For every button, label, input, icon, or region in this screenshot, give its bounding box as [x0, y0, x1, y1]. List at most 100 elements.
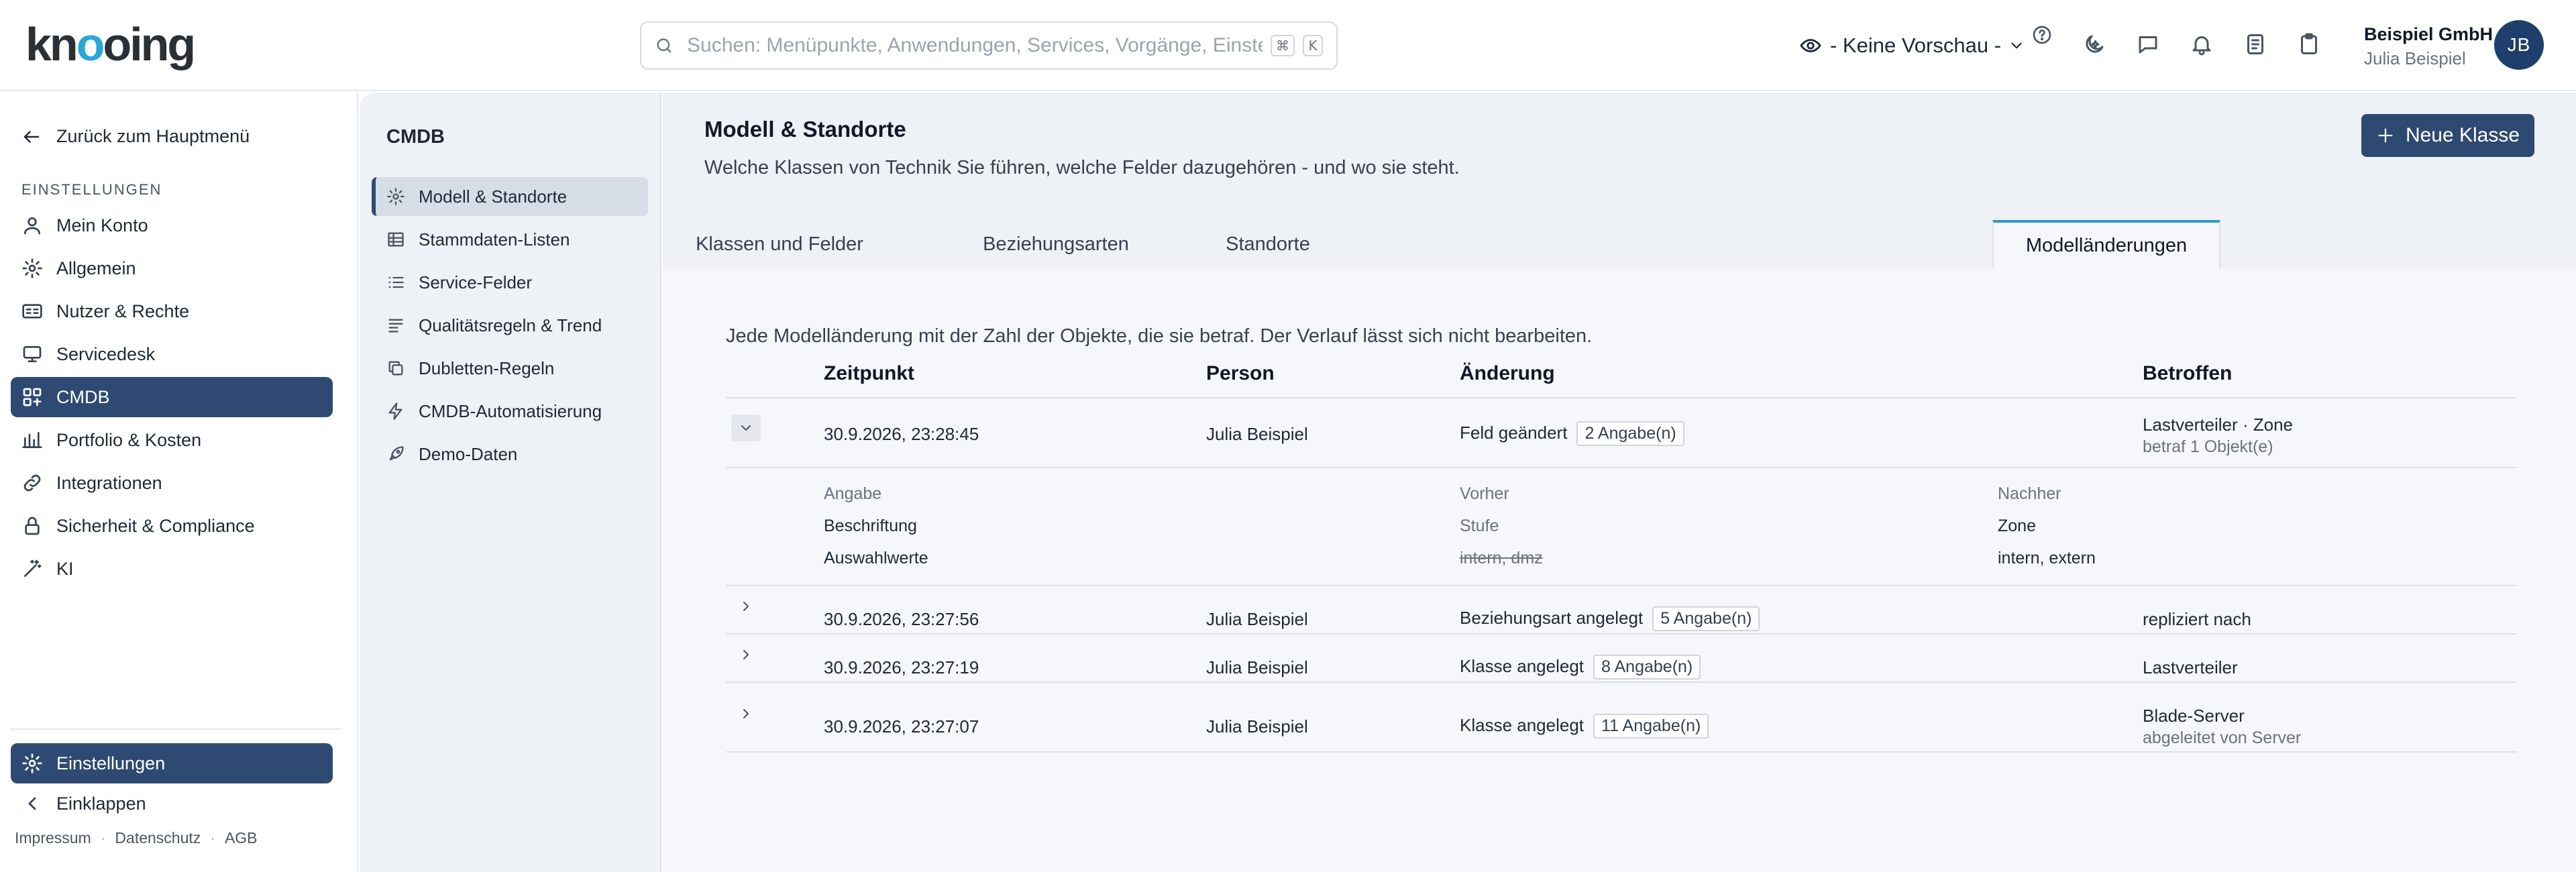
back-to-main-menu-link[interactable]: Zurück zum Hauptmenü [21, 126, 250, 147]
row-affected: Lastverteiler [2143, 657, 2238, 677]
chat-icon[interactable] [2136, 32, 2160, 56]
subnav-item-cmdb-automatisierung[interactable]: CMDB-Automatisierung [372, 392, 648, 431]
logo-text-start: kn [25, 18, 78, 70]
subnav-item-stammdaten-listen[interactable]: Stammdaten-Listen [372, 220, 648, 259]
count-badge: 2 Angabe(n) [1576, 421, 1684, 446]
row-expand-toggle[interactable] [731, 641, 761, 668]
column-header-person[interactable]: Person [1206, 362, 1275, 385]
sidebar-item-mein-konto[interactable]: Mein Konto [11, 205, 333, 246]
shortcut-cmd-key: ⌘ [1271, 35, 1295, 56]
sidebar-item-sicherheit-compliance[interactable]: Sicherheit & Compliance [11, 506, 333, 546]
sidebar-item-integrationen[interactable]: Integrationen [11, 463, 333, 503]
datenschutz-link[interactable]: Datenschutz [115, 829, 201, 847]
impressum-link[interactable]: Impressum [15, 829, 91, 847]
document-icon[interactable] [2243, 32, 2267, 56]
detail-before-value: intern, dmz [1460, 549, 1543, 567]
column-header-zeitpunkt[interactable]: Zeitpunkt [824, 362, 914, 385]
column-header-betroffen[interactable]: Betroffen [2143, 362, 2232, 385]
page-description: Welche Klassen von Technik Sie führen, w… [704, 157, 1460, 178]
collapse-sidebar-button[interactable]: Einklappen [11, 783, 333, 824]
main-sidebar: Zurück zum Hauptmenü EINSTELLUNGEN Mein … [0, 93, 358, 872]
row-expand-toggle[interactable] [731, 700, 761, 727]
detail-header-after: Nachher [1998, 484, 2061, 503]
row-time: 30.9.2026, 23:27:07 [824, 716, 979, 737]
tab-standorte[interactable]: Standorte [1167, 220, 1368, 268]
row-person: Julia Beispiel [1206, 716, 1308, 737]
new-class-label: Neue Klasse [2405, 124, 2520, 146]
cmdb-subnav: CMDB Modell & Standorte Stammdaten-Liste… [360, 93, 661, 872]
logo-text-end: oing [103, 18, 196, 70]
checklist-icon [388, 319, 403, 333]
row-time: 30.9.2026, 23:27:56 [824, 609, 979, 629]
changes-panel: Jede Modelländerung mit der Zahl der Obj… [663, 268, 2576, 872]
row-divider [726, 585, 2517, 586]
global-search-box[interactable]: ⌘ K [640, 21, 1338, 70]
arrow-left-icon [23, 130, 40, 143]
back-label: Zurück zum Hauptmenü [56, 126, 250, 146]
rocket-icon [389, 446, 404, 461]
tab-modellaenderungen[interactable]: Modelländerungen [1992, 220, 2220, 268]
gear-icon [22, 753, 42, 773]
sidebar-item-label: Sicherheit & Compliance [56, 515, 255, 536]
tab-beziehungsarten[interactable]: Beziehungsarten [955, 220, 1157, 268]
subnav-item-modell-standorte[interactable]: Modell & Standorte [372, 177, 648, 216]
subnav-item-service-felder[interactable]: Service-Felder [372, 263, 648, 302]
avatar[interactable]: JB [2494, 20, 2544, 70]
sidebar-item-portfolio-kosten[interactable]: Portfolio & Kosten [11, 420, 333, 460]
detail-header-field: Angabe [824, 484, 882, 503]
page-title: Modell & Standorte [704, 117, 906, 142]
detail-field: Beschriftung [824, 516, 917, 535]
gear-icon [22, 258, 42, 278]
row-change: Feld geändert 2 Angabe(n) [1460, 421, 1684, 446]
row-affected: repliziert nach [2143, 609, 2251, 629]
sidebar-item-einstellungen[interactable]: Einstellungen [11, 743, 333, 783]
change-type: Klasse angelegt [1460, 656, 1585, 676]
change-type: Feld geändert [1460, 423, 1568, 443]
preview-selector[interactable]: - Keine Vorschau - [1799, 30, 2025, 62]
change-type: Beziehungsart angelegt [1460, 608, 1644, 628]
subnav-item-dubletten-regeln[interactable]: Dubletten-Regeln [372, 349, 648, 388]
sidebar-item-cmdb[interactable]: CMDB [11, 377, 333, 417]
count-badge: 11 Angabe(n) [1593, 714, 1709, 739]
new-class-button[interactable]: Neue Klasse [2361, 114, 2534, 157]
cmdb-icon [23, 388, 42, 406]
theme-toggle-icon[interactable] [2082, 32, 2106, 56]
bell-icon[interactable] [2190, 32, 2214, 56]
sidebar-item-allgemein[interactable]: Allgemein [11, 248, 333, 288]
list-icon [388, 276, 404, 288]
sidebar-item-ki[interactable]: KI [11, 549, 333, 589]
subnav-item-label: Demo-Daten [419, 443, 518, 464]
table-header-divider [726, 397, 2517, 398]
footer-links: Impressum · Datenschutz · AGB [15, 829, 258, 847]
sidebar-item-label: KI [56, 558, 74, 579]
row-affected-detail: betraf 1 Objekt(e) [2143, 437, 2273, 456]
page-header: Modell & Standorte Welche Klassen von Te… [663, 93, 2576, 268]
sidebar-item-servicedesk[interactable]: Servicedesk [11, 334, 333, 374]
row-time: 30.9.2026, 23:28:45 [824, 424, 979, 444]
search-input[interactable] [687, 34, 1263, 57]
agb-link[interactable]: AGB [225, 829, 258, 847]
row-affected-detail: abgeleitet von Server [2143, 728, 2302, 747]
row-divider [726, 633, 2517, 635]
bolt-icon [388, 402, 402, 420]
subnav-item-label: Qualitätsregeln & Trend [419, 315, 602, 335]
change-type: Klasse angelegt [1460, 715, 1585, 735]
preview-label: - Keine Vorschau - [1830, 34, 2002, 57]
subnav-item-demo-daten[interactable]: Demo-Daten [372, 435, 648, 474]
detail-after-value: Zone [1998, 516, 2036, 535]
chevron-down-icon [741, 425, 751, 431]
column-header-aenderung[interactable]: Änderung [1460, 362, 1555, 385]
row-person: Julia Beispiel [1206, 424, 1308, 444]
count-badge: 5 Angabe(n) [1652, 606, 1760, 631]
shortcut-k-key: K [1303, 35, 1323, 56]
sidebar-item-label: Integrationen [56, 472, 162, 493]
help-icon[interactable] [2031, 24, 2053, 46]
tab-klassen-und-felder[interactable]: Klassen und Felder [679, 220, 880, 268]
row-expand-toggle[interactable] [731, 593, 761, 620]
app-logo[interactable]: knooing [25, 17, 196, 71]
sidebar-item-nutzer-rechte[interactable]: Nutzer & Rechte [11, 291, 333, 331]
row-collapse-toggle[interactable] [731, 415, 761, 441]
clipboard-icon[interactable] [2297, 32, 2321, 56]
subnav-item-qualitaetsregeln[interactable]: Qualitätsregeln & Trend [372, 306, 648, 345]
chevron-right-icon [743, 602, 749, 611]
